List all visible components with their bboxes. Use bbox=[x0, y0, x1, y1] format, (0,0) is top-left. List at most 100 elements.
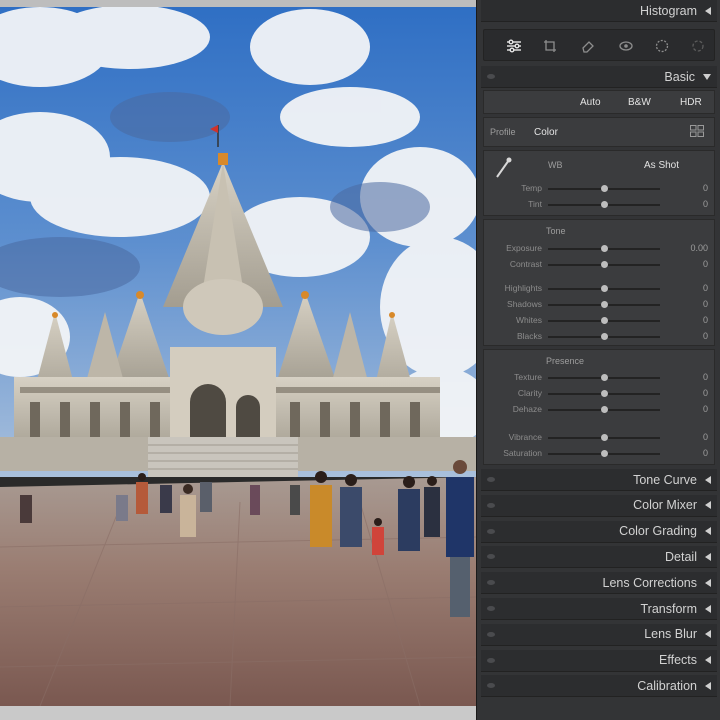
slider-value[interactable]: 0 bbox=[703, 199, 708, 209]
slider-label: Tint bbox=[528, 199, 542, 209]
collapse-triangle-icon bbox=[705, 527, 711, 536]
slider-row-contrast: Contrast 0 bbox=[484, 258, 716, 272]
presence-label: Presence bbox=[546, 356, 585, 366]
slider-value[interactable]: 0 bbox=[703, 448, 708, 458]
visibility-eye-icon[interactable] bbox=[487, 631, 495, 637]
slider-track[interactable] bbox=[548, 201, 660, 208]
slider-track[interactable] bbox=[548, 285, 660, 292]
photo-canvas[interactable] bbox=[0, 0, 476, 720]
slider-thumb[interactable] bbox=[601, 333, 608, 340]
slider-value[interactable]: 0 bbox=[703, 432, 708, 442]
visibility-eye-icon[interactable] bbox=[487, 528, 495, 534]
slider-row-tint: Tint 0 bbox=[484, 198, 716, 212]
collapse-triangle-icon bbox=[705, 552, 711, 561]
eraser-icon[interactable] bbox=[578, 36, 598, 56]
collapse-triangle-icon bbox=[705, 681, 711, 690]
section-label: Effects bbox=[659, 653, 697, 668]
slider-label: Temp bbox=[521, 183, 542, 193]
slider-value[interactable]: 0 bbox=[703, 331, 708, 341]
profile-value[interactable]: Color bbox=[534, 127, 558, 138]
visibility-eye-icon[interactable] bbox=[487, 554, 495, 560]
slider-label: Exposure bbox=[506, 243, 542, 253]
bw-button[interactable]: B&W bbox=[628, 97, 651, 108]
slider-thumb[interactable] bbox=[601, 317, 608, 324]
slider-track[interactable] bbox=[548, 374, 660, 381]
hdr-button[interactable]: HDR bbox=[680, 97, 702, 108]
slider-track[interactable] bbox=[548, 245, 660, 252]
slider-value[interactable]: 0 bbox=[703, 259, 708, 269]
slider-value[interactable]: 0 bbox=[703, 315, 708, 325]
slider-label: Dehaze bbox=[512, 404, 542, 414]
visibility-eye-icon[interactable] bbox=[487, 606, 495, 611]
profile-browser-grid-icon[interactable] bbox=[690, 125, 704, 137]
visibility-eye-icon[interactable] bbox=[487, 683, 495, 689]
section-header-lens-blur[interactable]: Lens Blur bbox=[481, 623, 717, 646]
slider-value[interactable]: 0 bbox=[703, 388, 708, 398]
slider-track[interactable] bbox=[548, 434, 660, 441]
wb-preset-value[interactable]: As Shot bbox=[644, 160, 679, 171]
slider-thumb[interactable] bbox=[601, 185, 608, 192]
section-header-lens-corrections[interactable]: Lens Corrections bbox=[481, 572, 717, 595]
edit-sliders-icon[interactable] bbox=[504, 36, 524, 56]
tone-block: Tone Exposure 0.00 Contrast 0 Highlights 0 Sha… bbox=[483, 219, 715, 346]
slider-track[interactable] bbox=[548, 450, 660, 457]
slider-label: Vibrance bbox=[508, 432, 542, 442]
visibility-eye-icon[interactable] bbox=[487, 477, 495, 482]
slider-row-whites: Whites 0 bbox=[484, 314, 716, 328]
section-label: Color Grading bbox=[619, 524, 697, 539]
slider-value[interactable]: 0 bbox=[703, 404, 708, 414]
slider-track[interactable] bbox=[548, 333, 660, 340]
slider-value[interactable]: 0.00 bbox=[690, 243, 708, 253]
slider-thumb[interactable] bbox=[601, 261, 608, 268]
slider-track[interactable] bbox=[548, 406, 660, 413]
slider-thumb[interactable] bbox=[601, 450, 608, 457]
slider-thumb[interactable] bbox=[601, 374, 608, 381]
redeye-icon[interactable] bbox=[616, 36, 636, 56]
slider-value[interactable]: 0 bbox=[703, 299, 708, 309]
slider-track[interactable] bbox=[548, 261, 660, 268]
visibility-eye-icon[interactable] bbox=[487, 74, 495, 79]
slider-thumb[interactable] bbox=[601, 245, 608, 252]
auto-button[interactable]: Auto bbox=[580, 97, 601, 108]
slider-thumb[interactable] bbox=[601, 434, 608, 441]
slider-thumb[interactable] bbox=[601, 201, 608, 208]
profile-row: Profile Color bbox=[483, 117, 715, 147]
section-header-color-mixer[interactable]: Color Mixer bbox=[481, 494, 717, 517]
section-header-tone-curve[interactable]: Tone Curve bbox=[481, 469, 717, 491]
eyedropper-icon[interactable] bbox=[494, 157, 512, 182]
slider-thumb[interactable] bbox=[601, 406, 608, 413]
section-header-calibration[interactable]: Calibration bbox=[481, 675, 717, 698]
section-header-transform[interactable]: Transform bbox=[481, 598, 717, 620]
section-label: Lens Corrections bbox=[602, 575, 698, 590]
section-label: Lens Blur bbox=[644, 627, 697, 642]
slider-value[interactable]: 0 bbox=[703, 283, 708, 293]
slider-track[interactable] bbox=[548, 390, 660, 397]
basic-section-header[interactable]: Basic bbox=[481, 66, 717, 88]
slider-track[interactable] bbox=[548, 317, 660, 324]
section-header-effects[interactable]: Effects bbox=[481, 649, 717, 672]
visibility-eye-icon[interactable] bbox=[487, 657, 495, 663]
slider-value[interactable]: 0 bbox=[703, 372, 708, 382]
slider-thumb[interactable] bbox=[601, 390, 608, 397]
slider-track[interactable] bbox=[548, 185, 660, 192]
collapse-triangle-icon bbox=[705, 475, 711, 484]
slider-thumb[interactable] bbox=[601, 301, 608, 308]
wb-label: WB bbox=[548, 160, 563, 170]
visibility-eye-icon[interactable] bbox=[487, 502, 495, 508]
slider-value[interactable]: 0 bbox=[703, 183, 708, 193]
slider-track[interactable] bbox=[548, 301, 660, 308]
visibility-eye-icon[interactable] bbox=[487, 580, 495, 586]
crop-rotate-icon[interactable] bbox=[540, 36, 560, 56]
collapse-triangle-icon bbox=[705, 630, 711, 639]
masking-icon[interactable] bbox=[652, 36, 672, 56]
histogram-header[interactable]: Histogram bbox=[481, 0, 717, 22]
collapse-triangle-icon bbox=[705, 578, 711, 587]
presets-icon[interactable] bbox=[688, 36, 708, 56]
slider-row-vibrance: Vibrance 0 bbox=[484, 431, 716, 445]
slider-label: Highlights bbox=[504, 283, 542, 293]
section-header-detail[interactable]: Detail bbox=[481, 546, 717, 569]
slider-thumb[interactable] bbox=[601, 285, 608, 292]
slider-label: Shadows bbox=[507, 299, 542, 309]
section-header-color-grading[interactable]: Color Grading bbox=[481, 520, 717, 543]
canvas-bottom-border bbox=[0, 706, 476, 720]
